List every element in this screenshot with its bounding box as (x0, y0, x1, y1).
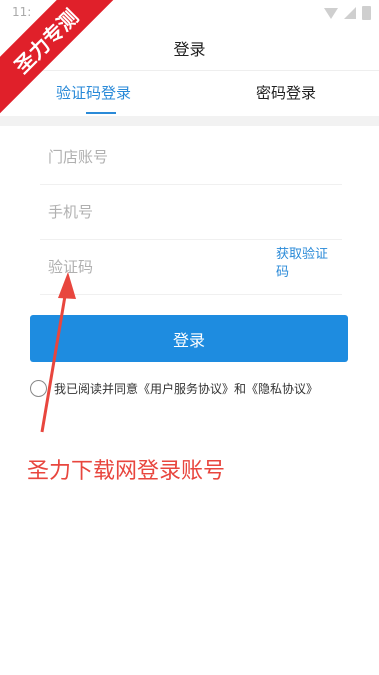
annotation-arrow (40, 272, 76, 433)
annotation-text: 圣力下载网登录账号 (27, 459, 226, 484)
